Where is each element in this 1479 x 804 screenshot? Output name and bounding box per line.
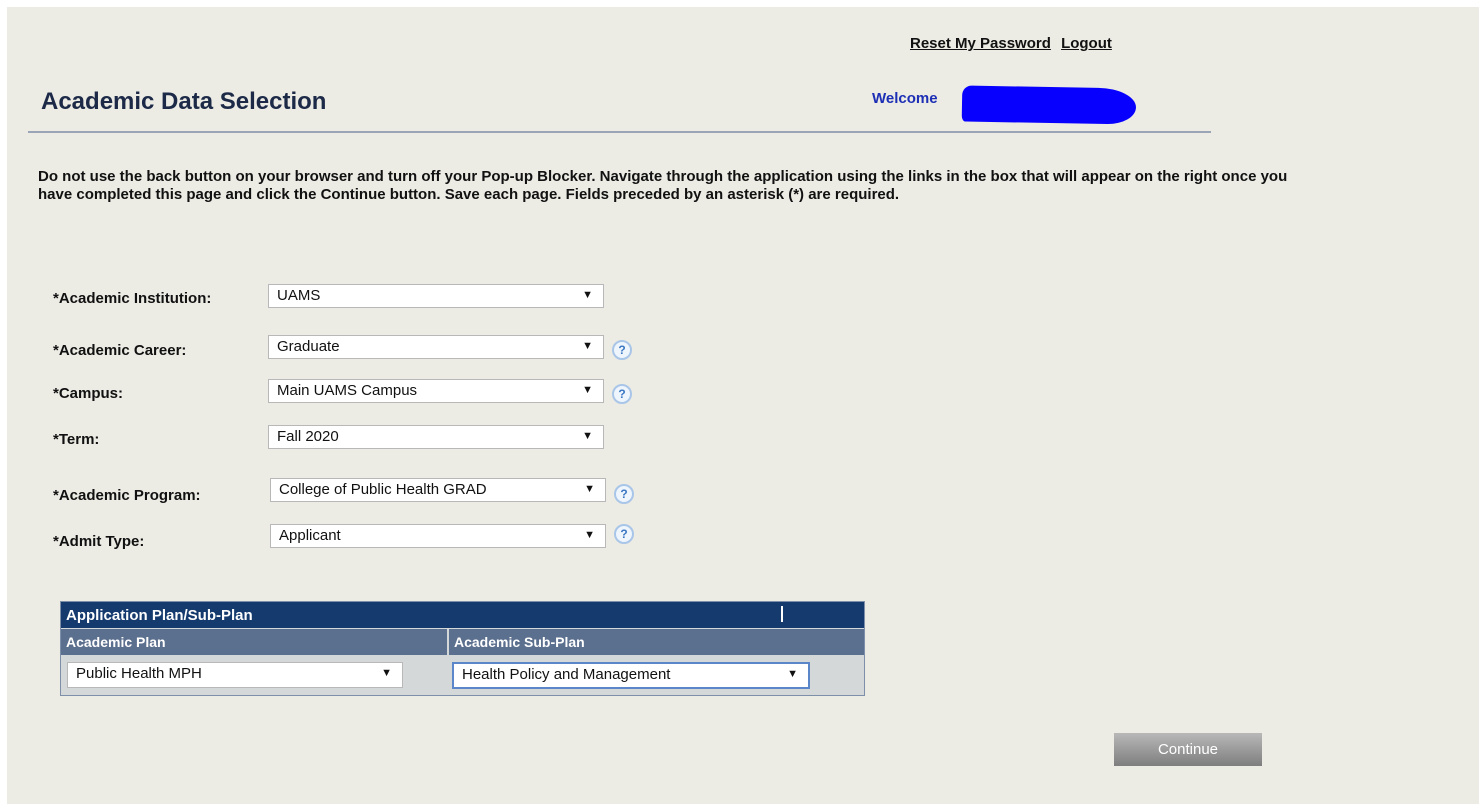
academic-plan-value: Public Health MPH — [76, 665, 202, 682]
academic-plan-header: Academic Plan — [61, 629, 447, 655]
program-select[interactable]: College of Public Health GRAD ▼ — [270, 478, 606, 502]
chevron-down-icon: ▼ — [582, 384, 593, 396]
chevron-down-icon: ▼ — [582, 340, 593, 352]
academic-subplan-header: Academic Sub-Plan — [449, 629, 864, 655]
program-help-icon[interactable]: ? — [614, 484, 634, 504]
program-label: *Academic Program: — [53, 487, 201, 504]
academic-plan-select[interactable]: Public Health MPH ▼ — [67, 662, 403, 688]
admit-type-select[interactable]: Applicant ▼ — [270, 524, 606, 548]
top-links: Reset My Password Logout — [910, 35, 1118, 52]
plan-table-title: Application Plan/Sub-Plan — [66, 607, 253, 624]
chevron-down-icon: ▼ — [584, 483, 595, 495]
page-title: Academic Data Selection — [41, 88, 327, 115]
career-help-icon[interactable]: ? — [612, 340, 632, 360]
title-divider — [28, 131, 1211, 133]
institution-label: *Academic Institution: — [53, 290, 212, 307]
campus-select[interactable]: Main UAMS Campus ▼ — [268, 379, 604, 403]
career-value: Graduate — [277, 338, 340, 355]
admit-type-help-icon[interactable]: ? — [614, 524, 634, 544]
institution-select[interactable]: UAMS ▼ — [268, 284, 604, 308]
term-select[interactable]: Fall 2020 ▼ — [268, 425, 604, 449]
admit-type-label: *Admit Type: — [53, 533, 145, 550]
chevron-down-icon: ▼ — [381, 667, 392, 679]
campus-value: Main UAMS Campus — [277, 382, 418, 399]
term-value: Fall 2020 — [277, 428, 339, 445]
logout-link[interactable]: Logout — [1061, 35, 1112, 52]
term-label: *Term: — [53, 431, 100, 448]
academic-subplan-select[interactable]: Health Policy and Management ▼ — [452, 662, 810, 689]
chevron-down-icon: ▼ — [582, 289, 593, 301]
reset-password-link[interactable]: Reset My Password — [910, 35, 1051, 52]
institution-value: UAMS — [277, 287, 321, 304]
plan-table: Application Plan/Sub-Plan Academic Plan … — [60, 601, 865, 696]
plan-table-header: Application Plan/Sub-Plan — [61, 602, 864, 628]
career-select[interactable]: Graduate ▼ — [268, 335, 604, 359]
admit-type-value: Applicant — [279, 527, 341, 544]
instructions-text: Do not use the back button on your brows… — [38, 168, 1288, 203]
header-divider — [781, 606, 783, 622]
campus-label: *Campus: — [53, 385, 124, 402]
academic-subplan-value: Health Policy and Management — [462, 666, 671, 683]
chevron-down-icon: ▼ — [584, 529, 595, 541]
redacted-username — [961, 85, 1137, 125]
program-value: College of Public Health GRAD — [279, 481, 487, 498]
campus-help-icon[interactable]: ? — [612, 384, 632, 404]
chevron-down-icon: ▼ — [787, 668, 798, 680]
welcome-text: Welcome — [872, 90, 938, 107]
chevron-down-icon: ▼ — [582, 430, 593, 442]
continue-button[interactable]: Continue — [1114, 733, 1262, 766]
career-label: *Academic Career: — [53, 342, 187, 359]
